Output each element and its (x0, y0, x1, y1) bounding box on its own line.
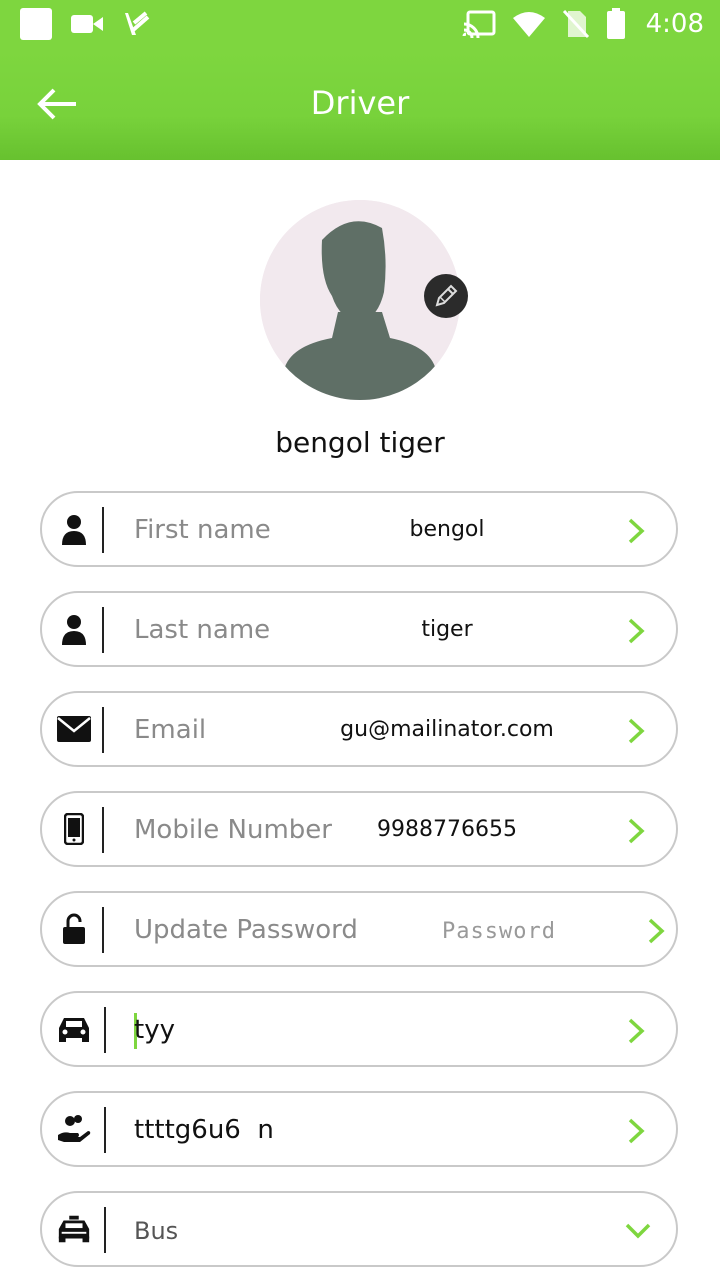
person-icon (56, 511, 92, 547)
password-input[interactable]: Password (442, 919, 556, 944)
wifi-icon (512, 12, 545, 37)
taxi-icon (56, 1211, 92, 1247)
status-bar: 4:08 (0, 0, 720, 50)
mobile-phone-icon (56, 811, 92, 847)
profile-name: bengol tiger (275, 426, 445, 459)
row-divider (102, 707, 104, 753)
mobile-label: Mobile Number (134, 815, 332, 845)
car-icon (56, 1011, 92, 1047)
mobile-row[interactable]: Mobile Number 9988776655 (40, 791, 678, 867)
person-icon (56, 611, 92, 647)
row-divider (104, 1107, 106, 1153)
last-name-value: tiger (421, 617, 473, 642)
video-camera-icon (71, 15, 103, 33)
battery-icon (606, 8, 625, 39)
vehicle-model-input[interactable]: tyy (134, 1015, 175, 1045)
vehicle-type-row[interactable]: Bus (40, 1191, 678, 1267)
first-name-value: bengol (409, 517, 485, 542)
email-row[interactable]: Email gu@mailinator.com (40, 691, 678, 767)
edit-photo-button[interactable] (424, 274, 468, 318)
email-label: Email (134, 715, 207, 745)
vehicle-number-row[interactable]: ttttg6u6 n (40, 1091, 678, 1167)
last-name-row[interactable]: Last name tiger (40, 591, 678, 667)
chevron-right-icon[interactable] (626, 817, 646, 845)
app-bar: Driver (0, 50, 720, 160)
profile-avatar (260, 200, 468, 400)
chevron-right-icon[interactable] (626, 1017, 646, 1045)
hand-coins-icon (56, 1111, 92, 1147)
first-name-label: First name (134, 515, 271, 545)
vehicle-model-row[interactable]: tyy (40, 991, 678, 1067)
chevron-right-icon[interactable] (626, 517, 646, 545)
row-divider (102, 607, 104, 653)
checklist-icon (125, 11, 150, 35)
vehicle-number-input[interactable]: ttttg6u6 n (134, 1115, 274, 1145)
password-label: Update Password (134, 915, 358, 945)
pencil-icon (435, 284, 458, 307)
vehicle-type-select[interactable]: Bus (134, 1217, 178, 1245)
row-divider (104, 1207, 106, 1253)
password-row[interactable]: Update Password Password (40, 891, 678, 967)
cast-icon (462, 10, 496, 38)
last-name-label: Last name (134, 615, 271, 645)
chevron-right-icon[interactable] (626, 717, 646, 745)
row-divider (104, 1007, 106, 1053)
chevron-right-icon[interactable] (646, 917, 666, 945)
chevron-right-icon[interactable] (626, 1117, 646, 1145)
notification-icon (20, 8, 52, 40)
email-value: gu@mailinator.com (340, 717, 554, 742)
row-divider (102, 807, 104, 853)
envelope-icon (56, 711, 92, 747)
page-title: Driver (310, 84, 410, 122)
status-time: 4:08 (645, 9, 704, 39)
chevron-right-icon[interactable] (626, 617, 646, 645)
mobile-value: 9988776655 (377, 817, 517, 842)
unlock-icon (56, 911, 92, 947)
first-name-row[interactable]: First name bengol (40, 491, 678, 567)
row-divider (102, 907, 104, 953)
no-sim-icon (562, 9, 589, 39)
chevron-down-icon[interactable] (624, 1221, 652, 1241)
row-divider (102, 507, 104, 553)
